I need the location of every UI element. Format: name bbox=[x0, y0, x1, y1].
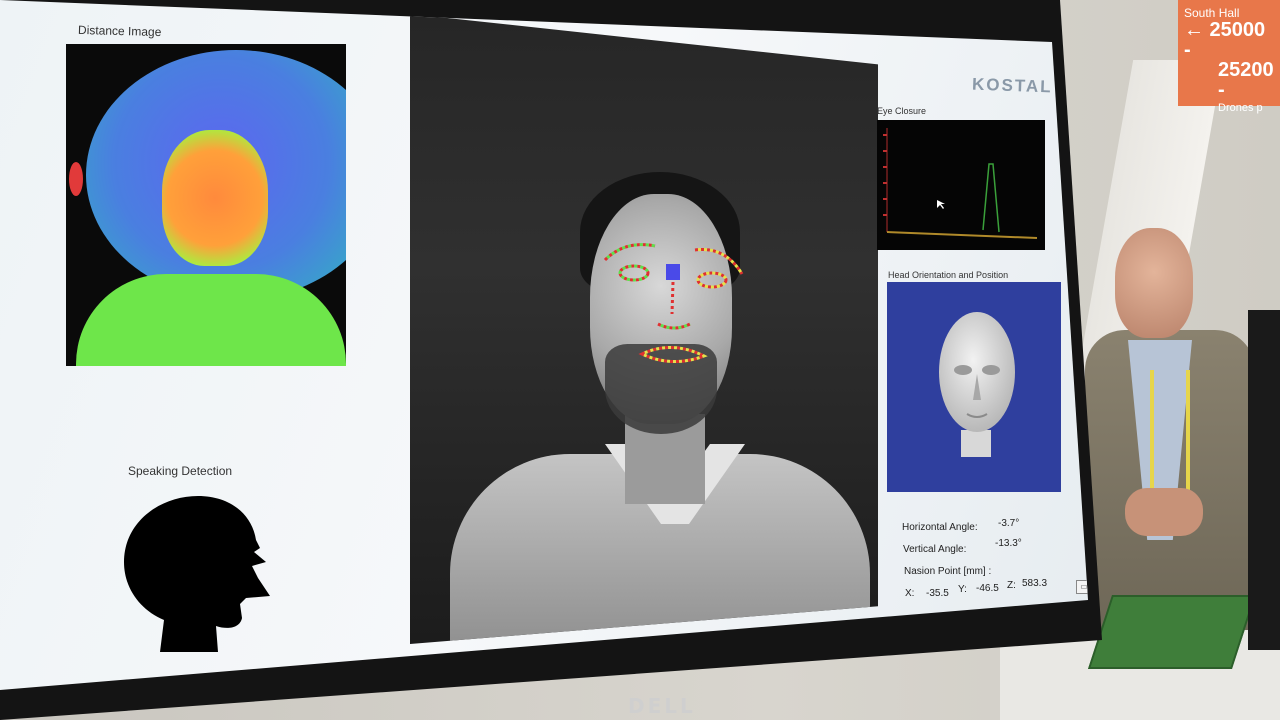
monitor-brand-logo: DELL bbox=[628, 694, 696, 718]
monitor-screen: Distance Image Speaking Detection KOSTAL… bbox=[0, 0, 1088, 690]
depth-body bbox=[76, 274, 346, 366]
eye-closure-label: Eye Closure bbox=[877, 106, 927, 116]
y-value: -46.5 bbox=[976, 583, 999, 594]
horizontal-angle-label: Horizontal Angle: bbox=[902, 522, 978, 533]
horizontal-angle-value: -3.7° bbox=[998, 518, 1020, 529]
camera-feed bbox=[410, 14, 878, 644]
y-label: Y: bbox=[958, 584, 967, 595]
circuit-board bbox=[1087, 595, 1257, 669]
vertical-angle-label: Vertical Angle: bbox=[903, 544, 967, 555]
mouth-landmarks bbox=[638, 345, 708, 364]
x-label: X: bbox=[905, 588, 915, 599]
eye-closure-baseline bbox=[886, 231, 1038, 239]
eye-closure-signal bbox=[982, 163, 1000, 233]
z-label: Z: bbox=[1007, 580, 1016, 591]
depth-head bbox=[162, 130, 268, 266]
eye-closure-axis-ticks bbox=[883, 134, 887, 216]
hall-sign: South Hall ← 25000 - 25200 - Drones p bbox=[1178, 0, 1280, 114]
nose-landmarks bbox=[657, 281, 691, 330]
mouse-cursor-icon bbox=[937, 200, 945, 209]
lanyard bbox=[1150, 370, 1190, 490]
distance-image-label: Distance Image bbox=[77, 22, 162, 40]
second-monitor bbox=[1248, 310, 1280, 650]
head-orientation-label: Head Orientation and Position bbox=[888, 270, 1009, 280]
eye-closure-chart bbox=[877, 120, 1045, 250]
head-orientation-view bbox=[887, 282, 1061, 492]
hall-sign-line: Drones p bbox=[1218, 102, 1263, 114]
nasion-marker bbox=[666, 264, 680, 280]
nasion-point-label: Nasion Point [mm] : bbox=[904, 566, 992, 577]
hall-sign-line: 25200 - bbox=[1218, 59, 1274, 101]
head-3d-model bbox=[939, 312, 1015, 457]
speaking-detection-label: Speaking Detection bbox=[128, 464, 233, 478]
person-head bbox=[1115, 228, 1193, 338]
vertical-angle-value: -13.3° bbox=[995, 538, 1022, 549]
person-hands bbox=[1125, 488, 1203, 536]
distance-image bbox=[66, 44, 346, 366]
hall-sign-line: South Hall bbox=[1184, 6, 1240, 20]
eye-closure-plot bbox=[883, 128, 1038, 239]
z-value: 583.3 bbox=[1022, 578, 1048, 589]
speaking-head-silhouette-icon bbox=[124, 496, 270, 652]
x-value: -35.5 bbox=[926, 588, 949, 599]
kostal-logo: KOSTAL bbox=[971, 74, 1053, 97]
facial-landmarks-overlay bbox=[603, 243, 744, 364]
depth-marker bbox=[69, 162, 83, 196]
hall-sign-line: ← 25000 - bbox=[1184, 19, 1266, 61]
